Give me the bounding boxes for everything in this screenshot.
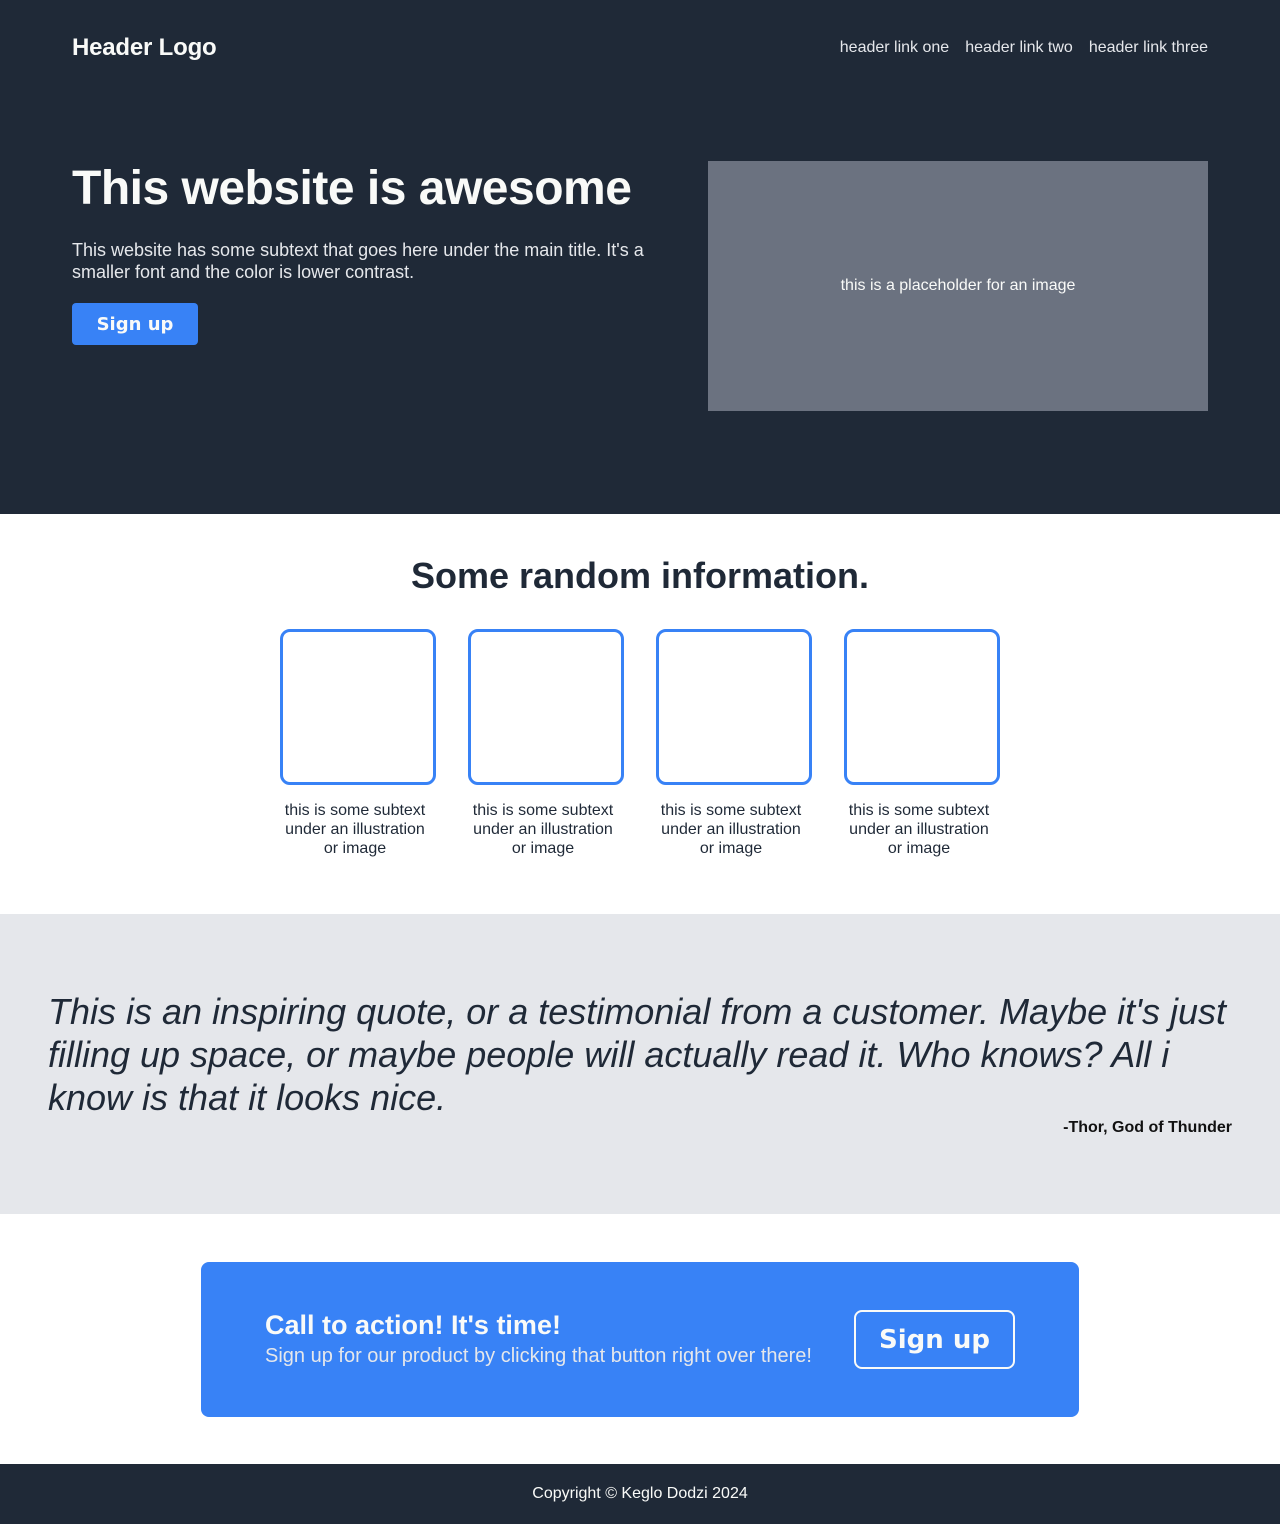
header-link-one[interactable]: header link one (840, 39, 949, 57)
header-link-three[interactable]: header link three (1089, 39, 1208, 57)
info-card: this is some subtext under an illustrati… (656, 629, 812, 858)
hero: This website is awesome This website has… (72, 161, 1208, 411)
quote-author: -Thor, God of Thunder (1063, 1119, 1232, 1136)
card-text: this is some subtext under an illustrati… (660, 802, 802, 857)
cta-box: Call to action! It's time! Sign up for o… (201, 1262, 1079, 1417)
card-illustration (656, 629, 812, 785)
card-text: this is some subtext under an illustrati… (848, 802, 990, 857)
cta-title: Call to action! It's time! (265, 1310, 561, 1340)
info-card: this is some subtext under an illustrati… (280, 629, 436, 858)
card-illustration (468, 629, 624, 785)
info-title: Some random information. (410, 555, 870, 596)
info-card: this is some subtext under an illustrati… (844, 629, 1000, 858)
card-illustration (844, 629, 1000, 785)
header-logo[interactable]: Header Logo (72, 34, 217, 62)
card-text: this is some subtext under an illustrati… (472, 802, 614, 857)
info-card: this is some subtext under an illustrati… (468, 629, 624, 858)
info-section: Some random information. this is some su… (0, 514, 1280, 914)
hero-subtitle: This website has some subtext that goes … (72, 240, 644, 282)
card-text: this is some subtext under an illustrati… (284, 802, 426, 857)
quote-section: This is an inspiring quote, or a testimo… (0, 914, 1280, 1214)
cta-signup-button[interactable]: Sign up (854, 1310, 1015, 1369)
header: Header Logo header link one header link … (72, 28, 1208, 68)
footer-copyright: Copyright © Keglo Dodzi 2024 (532, 1485, 748, 1502)
hero-text: This website is awesome This website has… (72, 161, 662, 345)
hero-signup-button[interactable]: Sign up (72, 303, 198, 345)
hero-image-placeholder: this is a placeholder for an image (708, 161, 1208, 411)
card-illustration (280, 629, 436, 785)
footer: Copyright © Keglo Dodzi 2024 (0, 1464, 1280, 1524)
header-nav: header link one header link two header l… (840, 39, 1208, 57)
hero-image-placeholder-text: this is a placeholder for an image (840, 277, 1076, 294)
header-link-two[interactable]: header link two (965, 39, 1073, 57)
top-section: Header Logo header link one header link … (0, 0, 1280, 514)
quote-text: This is an inspiring quote, or a testimo… (48, 991, 1227, 1118)
cta-section: Call to action! It's time! Sign up for o… (0, 1214, 1280, 1464)
info-cards: this is some subtext under an illustrati… (280, 629, 1000, 858)
cta-subtitle: Sign up for our product by clicking that… (265, 1345, 812, 1367)
hero-title: This website is awesome (72, 162, 632, 215)
